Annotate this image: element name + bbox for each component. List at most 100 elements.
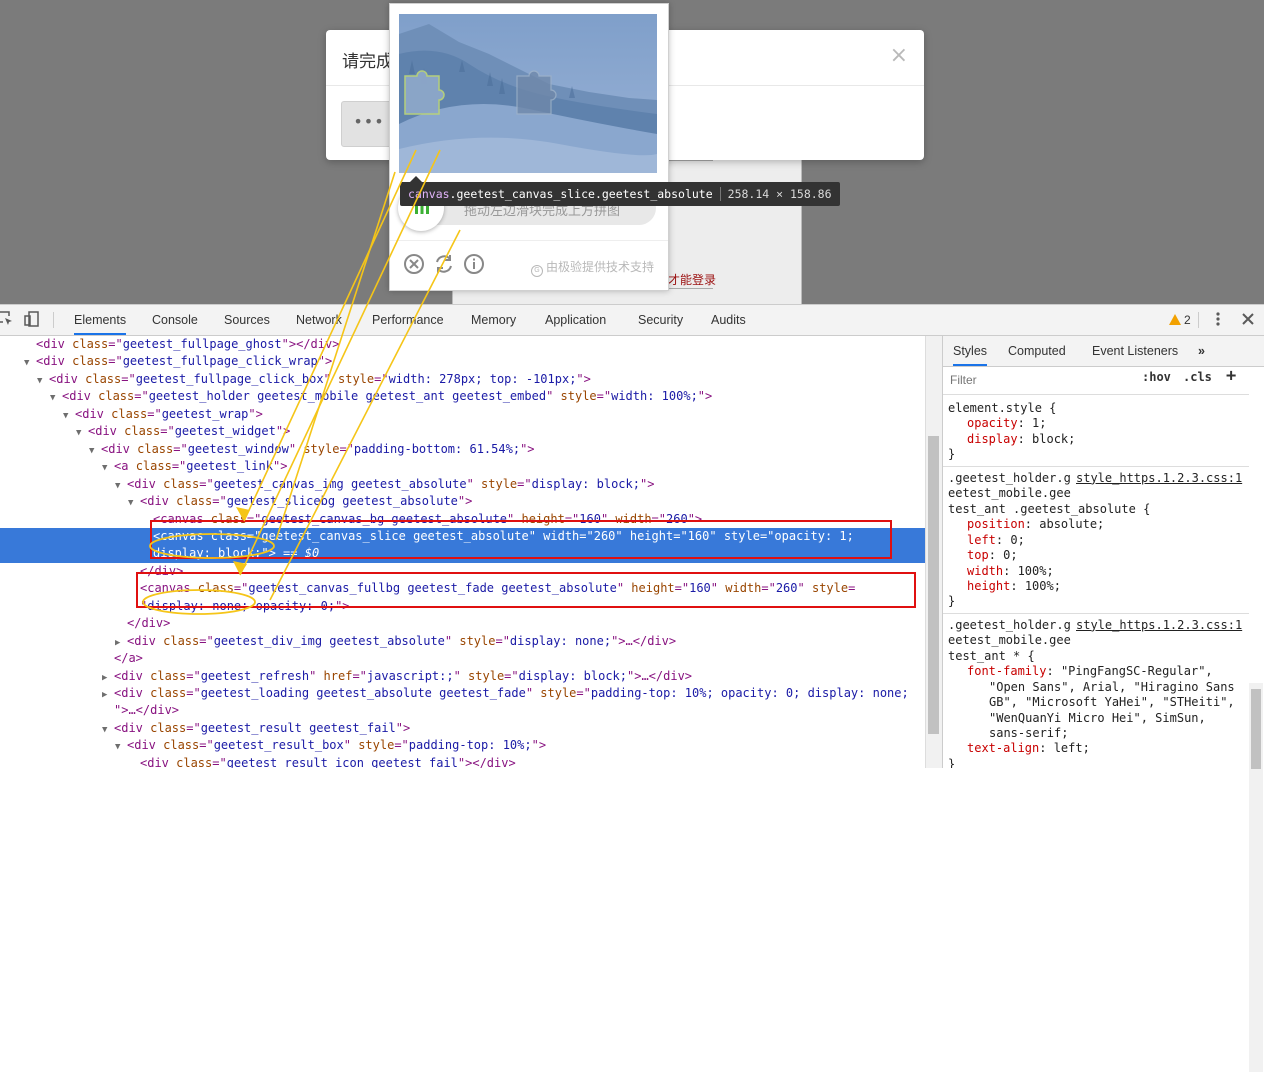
dom-node-line[interactable]: <div class="geetest_result_icon geetest_… (0, 755, 925, 768)
close-devtools-icon[interactable] (1240, 311, 1256, 327)
tab-application[interactable]: Application (545, 305, 606, 335)
css-selector[interactable]: .geetest_holder.g style_https.1.2.3.css:1 (948, 618, 1248, 633)
warnings-badge[interactable]: 2 (1169, 313, 1191, 327)
tab-console[interactable]: Console (152, 305, 198, 335)
css-property-value[interactable]: 1; (1032, 416, 1046, 430)
tab-event-listeners[interactable]: Event Listeners (1092, 336, 1178, 366)
css-property[interactable]: height: 100%; (967, 579, 1061, 594)
css-property-name[interactable]: text-align (967, 741, 1039, 755)
close-icon[interactable]: × (890, 43, 908, 68)
dom-node-line[interactable]: ▼ <div class="geetest_result_box" style="… (0, 737, 925, 754)
dom-node-line[interactable]: <canvas class="geetest_canvas_bg geetest… (0, 511, 925, 528)
css-value-continuation[interactable]: "Open Sans", Arial, "Hiragino Sans (989, 680, 1235, 695)
stylesheet-link[interactable]: style_https.1.2.3.css:1 (1076, 471, 1242, 486)
geetest-brand[interactable]: G 由极验提供技术支持 (530, 258, 654, 277)
stylesheet-link[interactable]: style_https.1.2.3.css:1 (1076, 618, 1242, 633)
dom-node-line[interactable]: ▶ <div class="geetest_div_img geetest_abs… (0, 633, 925, 650)
dom-node-line[interactable]: </div> (0, 615, 925, 632)
tab-audits[interactable]: Audits (711, 305, 746, 335)
tab-security[interactable]: Security (638, 305, 683, 335)
css-rule-text[interactable]: element.style { (948, 401, 1056, 416)
inspect-element-icon[interactable] (0, 311, 14, 327)
hover-state-toggle[interactable]: :hov (1142, 370, 1171, 384)
elements-dom-tree[interactable]: <div class="geetest_fullpage_ghost"></di… (0, 336, 925, 768)
css-property-name[interactable]: width (967, 564, 1003, 578)
dom-node-line[interactable]: ▼ <div class="geetest_holder geetest_mobi… (0, 388, 925, 405)
css-value-continuation[interactable]: sans-serif; (989, 726, 1068, 741)
css-property-name[interactable]: top (967, 548, 989, 562)
css-property-value[interactable]: 0; (1010, 533, 1024, 547)
dom-node-line[interactable]: ▼ <div class="geetest_fullpage_click_box"… (0, 371, 925, 388)
css-rule-text[interactable]: test_ant .geetest_absolute { (948, 502, 1150, 517)
css-property[interactable]: left: 0; (967, 533, 1025, 548)
scrollbar-thumb[interactable] (1251, 689, 1261, 769)
device-toolbar-icon[interactable] (24, 311, 40, 327)
css-property-value[interactable]: 100%; (1025, 579, 1061, 593)
css-value-continuation[interactable]: GB", "Microsoft YaHei", "STHeiti", (989, 695, 1235, 710)
css-property-name[interactable]: height (967, 579, 1010, 593)
css-property[interactable]: width: 100%; (967, 564, 1054, 579)
scrollbar-thumb[interactable] (928, 436, 939, 734)
css-property[interactable]: font-family: "PingFangSC-Regular", (967, 664, 1213, 679)
css-property-value[interactable]: 0; (1003, 548, 1017, 562)
css-property-name[interactable]: display (967, 432, 1018, 446)
dom-node-line[interactable]: </a> (0, 650, 925, 667)
dom-node-line[interactable]: ">…</div> (0, 702, 925, 719)
css-property-value[interactable]: absolute; (1039, 517, 1104, 531)
css-property[interactable]: opacity: 1; (967, 416, 1046, 431)
css-property-name[interactable]: font-family (967, 664, 1046, 678)
css-property-value[interactable]: "PingFangSC-Regular", (1061, 664, 1213, 678)
css-property-value[interactable]: block; (1032, 432, 1075, 446)
close-circle-icon[interactable] (403, 253, 425, 275)
dom-node-line[interactable]: ▶ <div class="geetest_refresh" href="java… (0, 668, 925, 685)
css-property-value[interactable]: 100%; (1018, 564, 1054, 578)
css-rule-text[interactable]: } (948, 594, 955, 609)
css-selector[interactable]: .geetest_holder.g style_https.1.2.3.css:1 (948, 471, 1248, 486)
css-value-continuation[interactable]: "WenQuanYi Micro Hei", SimSun, (989, 711, 1206, 726)
dom-node-line[interactable]: <canvas class="geetest_canvas_slice geet… (0, 527, 925, 546)
css-property-name[interactable]: left (967, 533, 996, 547)
styles-scrollbar[interactable] (1249, 683, 1263, 1072)
dom-node-line[interactable]: <div class="geetest_fullpage_ghost"></di… (0, 336, 925, 353)
css-rule-text[interactable]: test_ant * { (948, 649, 1035, 664)
info-icon[interactable] (463, 253, 485, 275)
more-tabs-chevron-icon[interactable]: » (1198, 336, 1205, 366)
class-toggle[interactable]: .cls (1183, 370, 1212, 384)
dom-node-line[interactable]: ▼ <a class="geetest_link"> (0, 458, 925, 475)
dom-node-line[interactable]: <canvas class="geetest_canvas_fullbg gee… (0, 580, 925, 597)
dom-node-line[interactable]: ▼ <div class="geetest_result geetest_fail… (0, 720, 925, 737)
dom-node-line[interactable]: ▼ <div class="geetest_wrap"> (0, 406, 925, 423)
css-rule-text[interactable]: eetest_mobile.gee (948, 486, 1071, 501)
dom-tree-scrollbar[interactable] (925, 336, 942, 768)
css-property[interactable]: text-align: left; (967, 741, 1090, 756)
dom-node-line[interactable]: ▼ <div class="geetest_canvas_img geetest_… (0, 476, 925, 493)
tab-network[interactable]: Network (296, 305, 342, 335)
dom-node-line[interactable]: "display: none; opacity: 0;"> (0, 598, 925, 615)
tab-performance[interactable]: Performance (372, 305, 444, 335)
css-property-value[interactable]: left; (1054, 741, 1090, 755)
dom-node-line[interactable]: ▼ <div class="geetest_window" style="padd… (0, 441, 925, 458)
new-rule-plus-icon[interactable]: + (1226, 366, 1236, 386)
css-property[interactable]: top: 0; (967, 548, 1018, 563)
dom-node-line[interactable]: display: block;"> == $0 (0, 545, 925, 563)
dom-node-line[interactable]: ▼ <div class="geetest_fullpage_click_wrap… (0, 353, 925, 370)
tab-sources[interactable]: Sources (224, 305, 270, 335)
css-property[interactable]: display: block; (967, 432, 1075, 447)
css-property-name[interactable]: opacity (967, 416, 1018, 430)
css-rule-text[interactable]: eetest_mobile.gee (948, 633, 1071, 648)
dom-node-line[interactable]: </div> (0, 563, 925, 580)
more-options-icon[interactable] (1210, 311, 1226, 327)
css-property[interactable]: position: absolute; (967, 517, 1104, 532)
tab-computed[interactable]: Computed (1008, 336, 1066, 366)
dom-node-line[interactable]: ▼ <div class="geetest_slicebg geetest_abs… (0, 493, 925, 510)
dom-node-line[interactable]: ▶ <div class="geetest_loading geetest_abs… (0, 685, 925, 702)
css-rule-text[interactable]: } (948, 447, 955, 462)
tab-memory[interactable]: Memory (471, 305, 516, 335)
refresh-icon[interactable] (433, 253, 455, 275)
tab-styles[interactable]: Styles (953, 336, 988, 366)
styles-filter-input[interactable] (945, 368, 1137, 392)
css-property-name[interactable]: position (967, 517, 1025, 531)
dom-node-line[interactable]: ▼ <div class="geetest_widget"> (0, 423, 925, 440)
tab-elements[interactable]: Elements (74, 305, 127, 335)
css-rule-text[interactable]: } (948, 757, 955, 768)
